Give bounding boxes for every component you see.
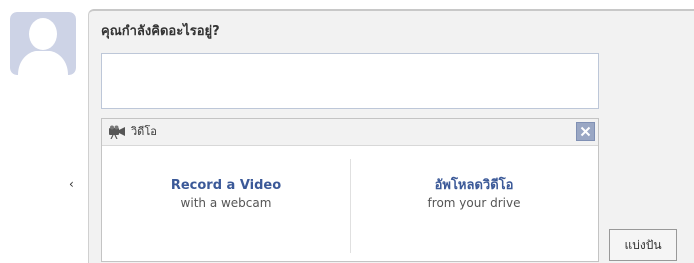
- composer-panel: คุณกำลังคิดอะไรอยู่? วิดีโอ Record a Vid…: [88, 9, 694, 263]
- video-panel-header: วิดีโอ: [102, 119, 598, 146]
- upload-video-link[interactable]: อัพโหลดวิดีโอ: [350, 178, 598, 194]
- close-video-panel-button[interactable]: [576, 122, 595, 141]
- record-video-link[interactable]: Record a Video: [102, 178, 350, 194]
- share-button[interactable]: แบ่งปัน: [609, 229, 677, 261]
- video-panel-title: วิดีโอ: [131, 125, 157, 138]
- status-input[interactable]: [101, 53, 599, 109]
- record-video-subtitle: with a webcam: [180, 196, 272, 210]
- stray-glyph: ‹: [69, 177, 74, 191]
- close-icon: [580, 126, 591, 137]
- upload-video-option[interactable]: อัพโหลดวิดีโอ from your drive: [350, 146, 598, 261]
- composer-prompt: คุณกำลังคิดอะไรอยู่?: [101, 24, 220, 39]
- avatar: [10, 12, 76, 75]
- upload-video-subtitle: from your drive: [427, 196, 521, 210]
- record-video-option[interactable]: Record a Video with a webcam: [102, 146, 350, 261]
- status-composer-screen: ‹ คุณกำลังคิดอะไรอยู่? วิดีโอ Record a V…: [0, 0, 694, 263]
- video-attachment-panel: วิดีโอ Record a Video with a webcam อัพโ…: [101, 118, 599, 262]
- video-camera-icon: [109, 125, 125, 139]
- default-profile-silhouette-icon: [10, 12, 76, 75]
